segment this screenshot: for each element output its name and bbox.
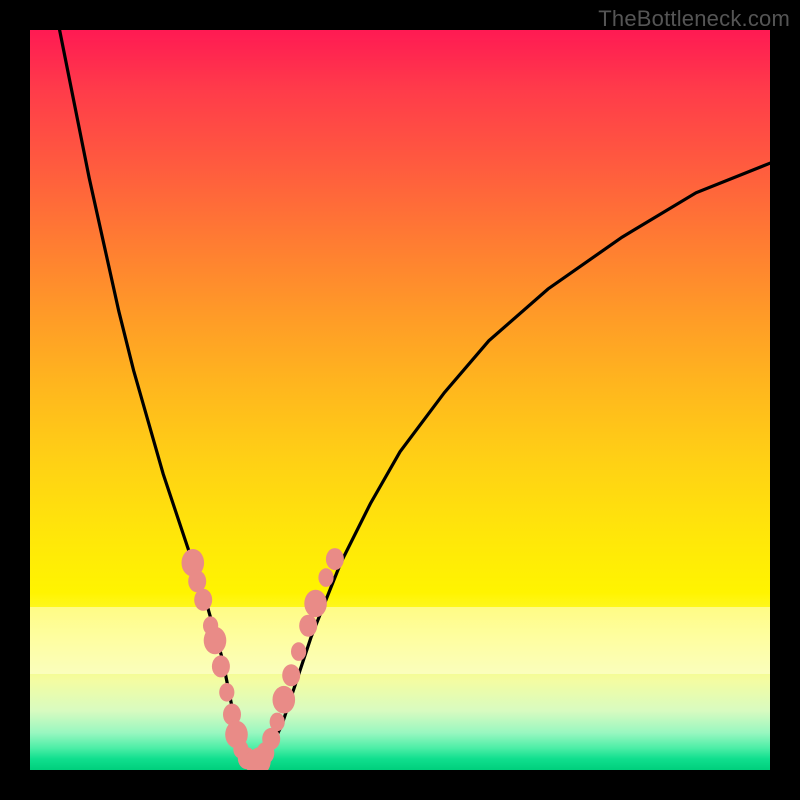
bottleneck-curve <box>60 30 770 763</box>
marker-dot <box>270 713 285 732</box>
marker-dot <box>204 627 227 655</box>
marker-dot <box>299 615 317 637</box>
marker-dot <box>326 548 344 570</box>
marker-dot <box>219 683 234 702</box>
plot-area <box>30 30 770 770</box>
marker-dot <box>318 568 333 587</box>
marker-dot <box>212 655 230 677</box>
marker-dot <box>291 642 306 661</box>
curve-layer <box>30 30 770 770</box>
marker-dot <box>304 590 327 618</box>
watermark-text: TheBottleneck.com <box>598 6 790 32</box>
marker-dot <box>262 728 280 750</box>
marker-dot <box>273 686 296 714</box>
marker-dot <box>282 664 300 686</box>
data-markers <box>182 548 344 770</box>
marker-dot <box>194 589 212 611</box>
chart-frame: TheBottleneck.com <box>0 0 800 800</box>
